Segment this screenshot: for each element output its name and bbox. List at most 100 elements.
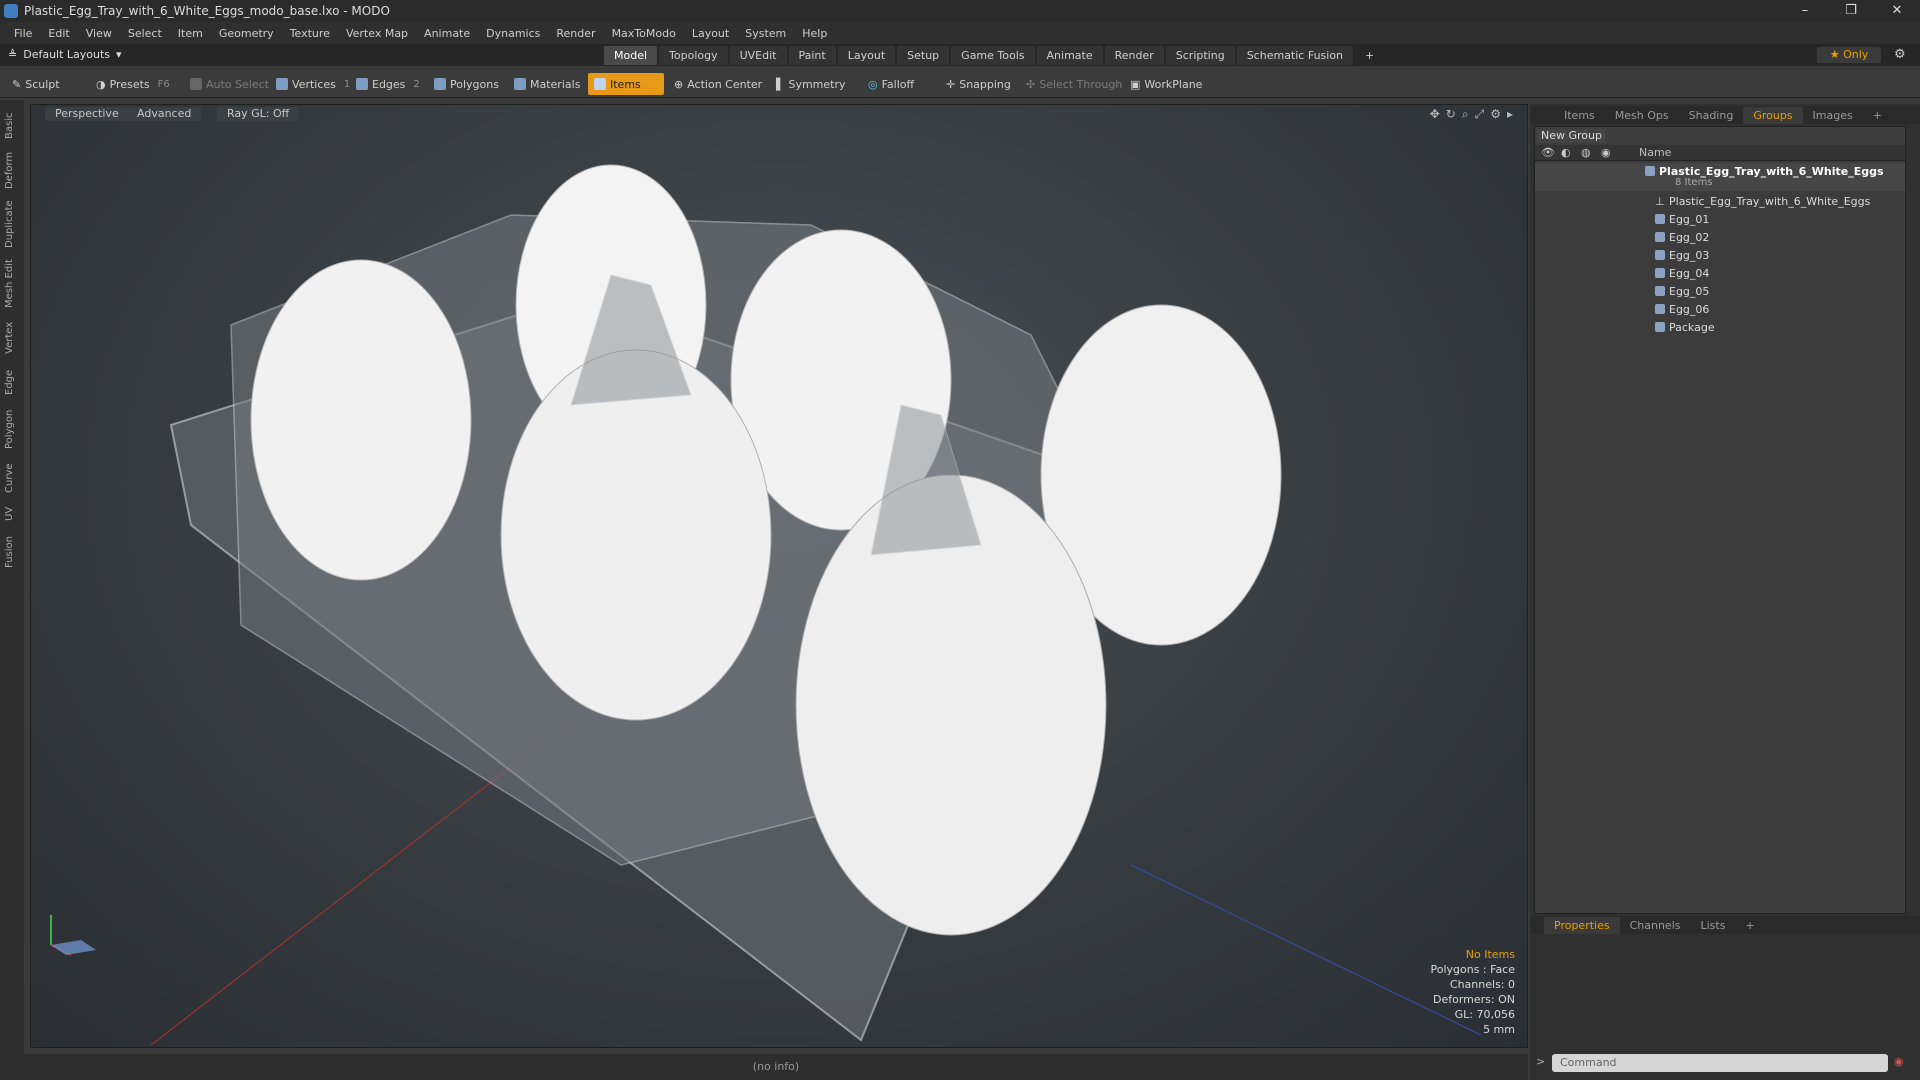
falloff-label: Falloff bbox=[881, 77, 915, 91]
raygl-button[interactable]: Ray GL: Off bbox=[217, 107, 300, 121]
render-column-icon[interactable]: ◐ bbox=[1561, 146, 1571, 159]
list-item[interactable]: Egg_02 bbox=[1535, 229, 1905, 247]
view-mode-button[interactable]: Perspective bbox=[45, 107, 129, 121]
tab-layout[interactable]: Layout bbox=[837, 46, 896, 65]
left-tab-polygon[interactable]: Polygon bbox=[4, 404, 20, 454]
materials-button[interactable]: Materials bbox=[508, 73, 586, 95]
select-through-button[interactable]: ✣ Select Through bbox=[1020, 73, 1128, 95]
auto-select-label: Auto Select bbox=[206, 77, 269, 91]
sculpt-button[interactable]: ✎ Sculpt bbox=[6, 73, 66, 95]
group-icon bbox=[1645, 166, 1655, 176]
tab-game-tools[interactable]: Game Tools bbox=[951, 46, 1035, 65]
menu-geometry[interactable]: Geometry bbox=[211, 27, 282, 40]
command-input[interactable]: Command bbox=[1552, 1054, 1888, 1072]
menu-select[interactable]: Select bbox=[120, 27, 170, 40]
action-center-button[interactable]: ⊕ Action Center bbox=[668, 73, 768, 95]
list-item[interactable]: Egg_05 bbox=[1535, 283, 1905, 301]
tab-uvedit[interactable]: UVEdit bbox=[729, 46, 787, 65]
close-icon[interactable]: ✕ bbox=[1874, 0, 1920, 22]
menu-help[interactable]: Help bbox=[794, 27, 835, 40]
command-record-icon[interactable]: ◉ bbox=[1894, 1055, 1904, 1068]
items-button[interactable]: Items bbox=[588, 73, 664, 95]
list-item[interactable]: Egg_04 bbox=[1535, 265, 1905, 283]
symmetry-button[interactable]: ▌ Symmetry bbox=[770, 73, 852, 95]
mesh-icon bbox=[1655, 286, 1665, 296]
visibility-column-icon[interactable]: 👁 bbox=[1541, 146, 1555, 159]
viewport-settings-icon[interactable]: ⚙ bbox=[1490, 107, 1501, 122]
minimize-icon[interactable]: – bbox=[1782, 0, 1828, 22]
menu-dynamics[interactable]: Dynamics bbox=[478, 27, 548, 40]
tab-groups[interactable]: Groups bbox=[1743, 106, 1803, 124]
menu-vertex-map[interactable]: Vertex Map bbox=[338, 27, 416, 40]
tab-topology[interactable]: Topology bbox=[659, 46, 728, 65]
workplane-button[interactable]: ▣ WorkPlane bbox=[1124, 73, 1208, 95]
add-panel-tab-button[interactable]: + bbox=[1863, 107, 1892, 124]
tab-model[interactable]: Model bbox=[604, 46, 658, 65]
presets-button[interactable]: ◑ Presets F6 bbox=[90, 73, 176, 95]
menu-file[interactable]: File bbox=[6, 27, 40, 40]
gear-icon[interactable]: ⚙ bbox=[1894, 47, 1906, 62]
tab-items[interactable]: Items bbox=[1554, 107, 1605, 124]
snapping-button[interactable]: ✛ Snapping bbox=[940, 73, 1017, 95]
menu-maxtomodo[interactable]: MaxToModo bbox=[604, 27, 684, 40]
menu-animate[interactable]: Animate bbox=[416, 27, 478, 40]
tab-schematic-fusion[interactable]: Schematic Fusion bbox=[1236, 46, 1354, 65]
menu-edit[interactable]: Edit bbox=[40, 27, 77, 40]
list-item[interactable]: Egg_01 bbox=[1535, 211, 1905, 229]
restore-icon[interactable]: ❐ bbox=[1828, 0, 1874, 22]
add-tab-button[interactable]: + bbox=[1355, 46, 1384, 65]
fit-icon[interactable]: ⤢ bbox=[1475, 107, 1485, 122]
new-group-button[interactable]: New Group bbox=[1537, 129, 1606, 143]
menu-item[interactable]: Item bbox=[170, 27, 211, 40]
list-item[interactable]: Egg_03 bbox=[1535, 247, 1905, 265]
left-tab-basic[interactable]: Basic bbox=[4, 108, 20, 144]
menu-system[interactable]: System bbox=[737, 27, 794, 40]
pan-icon[interactable]: ✥ bbox=[1430, 107, 1440, 122]
menu-layout[interactable]: Layout bbox=[684, 27, 737, 40]
select-column-icon[interactable]: ◉ bbox=[1601, 146, 1611, 159]
status-bar: (no info) bbox=[24, 1054, 1528, 1080]
tab-animate[interactable]: Animate bbox=[1036, 46, 1103, 65]
name-column-header[interactable]: Name bbox=[1639, 146, 1671, 159]
symmetry-label: Symmetry bbox=[788, 77, 846, 91]
menu-render[interactable]: Render bbox=[548, 27, 603, 40]
tab-images[interactable]: Images bbox=[1803, 107, 1863, 124]
polygons-button[interactable]: Polygons bbox=[428, 73, 505, 95]
tab-shading[interactable]: Shading bbox=[1679, 107, 1744, 124]
menu-view[interactable]: View bbox=[78, 27, 120, 40]
viewport-menu-icon[interactable]: ▸ bbox=[1507, 107, 1513, 122]
tab-paint[interactable]: Paint bbox=[788, 46, 836, 65]
shading-mode-button[interactable]: Advanced bbox=[127, 107, 202, 121]
zoom-icon[interactable]: ⌕ bbox=[1462, 107, 1469, 122]
3d-viewport[interactable]: Perspective Advanced Ray GL: Off ✥ ↻ ⌕ ⤢… bbox=[30, 104, 1528, 1048]
menu-texture[interactable]: Texture bbox=[282, 27, 338, 40]
left-tab-curve[interactable]: Curve bbox=[4, 458, 20, 498]
left-tab-edge[interactable]: Edge bbox=[4, 364, 20, 400]
tab-setup[interactable]: Setup bbox=[897, 46, 950, 65]
edges-button[interactable]: Edges 2 bbox=[350, 73, 426, 95]
symmetry-icon: ▌ bbox=[776, 77, 785, 91]
right-panel: Items Mesh Ops Shading Groups Images + N… bbox=[1530, 104, 1920, 1080]
left-tab-fusion[interactable]: Fusion bbox=[4, 530, 20, 574]
sculpt-label: Sculpt bbox=[25, 77, 60, 91]
vertices-button[interactable]: Vertices 1 bbox=[270, 73, 356, 95]
tab-render[interactable]: Render bbox=[1104, 46, 1164, 65]
lock-column-icon[interactable]: ◍ bbox=[1581, 146, 1591, 159]
layout-collapse-icon[interactable]: ≜ bbox=[8, 48, 17, 61]
falloff-button[interactable]: ◎ Falloff bbox=[862, 73, 920, 95]
list-item[interactable]: ⊥ Plastic_Egg_Tray_with_6_White_Eggs bbox=[1535, 193, 1905, 211]
layout-preset-dropdown[interactable]: ≜ Default Layouts ▾ bbox=[8, 48, 122, 61]
rotate-icon[interactable]: ↻ bbox=[1446, 107, 1456, 122]
left-tab-mesh-edit[interactable]: Mesh Edit bbox=[4, 256, 20, 312]
tab-mesh-ops[interactable]: Mesh Ops bbox=[1605, 107, 1679, 124]
only-button[interactable]: ★ Only bbox=[1817, 47, 1881, 63]
left-tab-duplicate[interactable]: Duplicate bbox=[4, 196, 20, 252]
group-row-root[interactable]: Plastic_Egg_Tray_with_6_White_Eggs 8 Ite… bbox=[1535, 163, 1905, 191]
left-tab-deform[interactable]: Deform bbox=[4, 148, 20, 192]
tab-scripting[interactable]: Scripting bbox=[1165, 46, 1235, 65]
auto-select-button[interactable]: Auto Select bbox=[184, 73, 275, 95]
list-item[interactable]: Package bbox=[1535, 319, 1905, 337]
list-item[interactable]: Egg_06 bbox=[1535, 301, 1905, 319]
left-tab-vertex[interactable]: Vertex bbox=[4, 316, 20, 360]
left-tab-uv[interactable]: UV bbox=[4, 502, 20, 526]
